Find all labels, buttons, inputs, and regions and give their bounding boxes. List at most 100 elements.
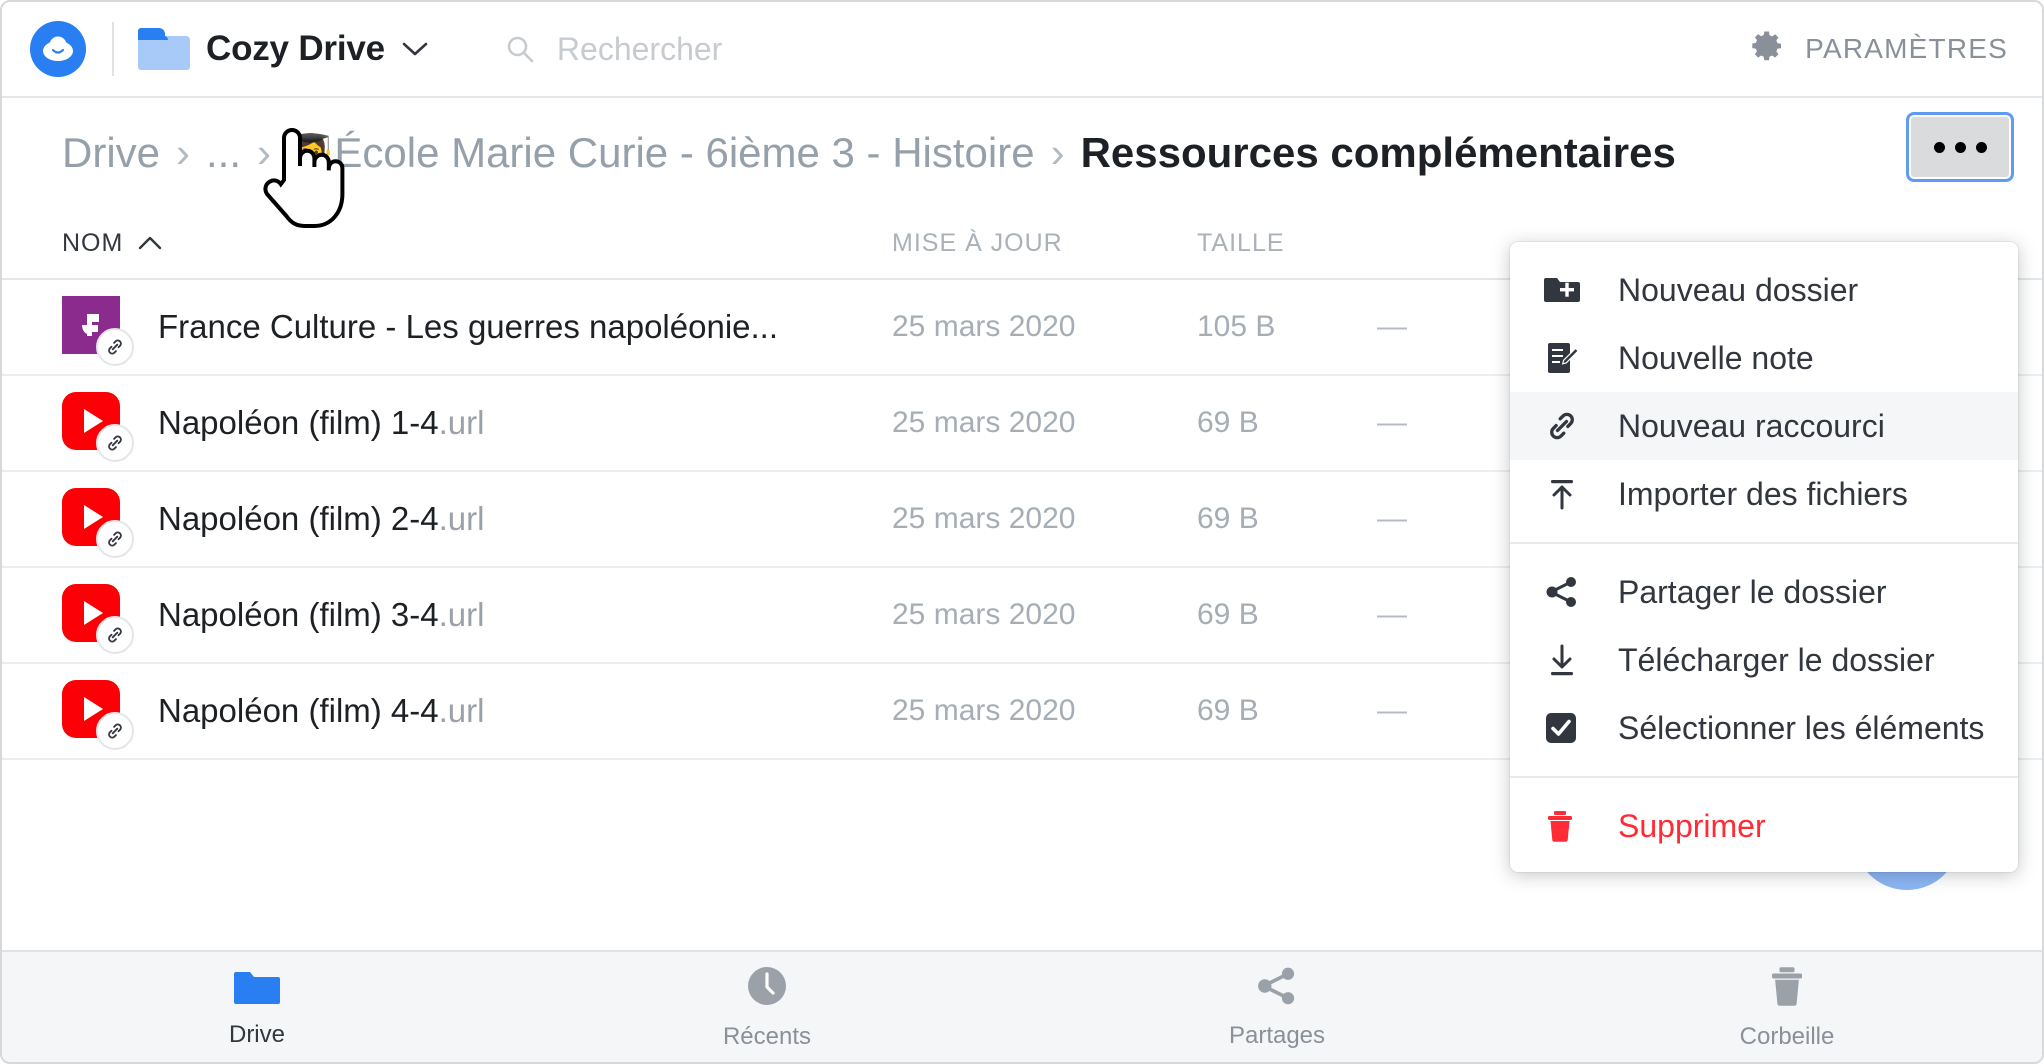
france-culture-icon	[62, 296, 134, 366]
download-icon	[1544, 643, 1590, 677]
nav-item-partages[interactable]: Partages	[1022, 952, 1532, 1062]
column-header-date[interactable]: MISE À JOUR	[892, 229, 1197, 258]
gear-icon	[1751, 29, 1785, 70]
cozy-drive-app: Cozy Drive PARAMÈTRES Drive › ...	[0, 0, 2044, 1064]
breadcrumb-separator: ›	[176, 129, 191, 176]
file-name-cell: Napoléon (film) 1-4.url	[62, 392, 892, 462]
app-title[interactable]: Cozy Drive	[206, 29, 385, 69]
breadcrumb-separator: ›	[257, 129, 272, 176]
breadcrumb-item-classe[interactable]: École Marie Curie - 6ième 3 - Histoire	[334, 129, 1034, 177]
folder-icon	[234, 966, 280, 1011]
file-extension: .url	[438, 692, 485, 729]
breadcrumb-item-current: Ressources complémentaires	[1080, 129, 1676, 176]
nav-label: Drive	[228, 1020, 285, 1048]
menu-item-partager-le-dossier[interactable]: Partager le dossier	[1510, 558, 2018, 626]
menu-item-label: Sélectionner les éléments	[1618, 709, 1985, 746]
breadcrumb-item-ellipsis[interactable]: ...	[206, 129, 241, 177]
folder-icon	[138, 28, 190, 70]
menu-divider	[1510, 542, 2018, 544]
trash-icon	[1544, 809, 1590, 843]
cloud-icon	[43, 36, 73, 61]
top-bar: Cozy Drive PARAMÈTRES	[2, 2, 2042, 98]
header-divider	[112, 22, 114, 76]
file-name: Napoléon (film) 3-4.url	[158, 596, 485, 633]
nav-label: Partages	[1228, 1021, 1326, 1049]
menu-item-importer-des-fichiers[interactable]: Importer des fichiers	[1510, 460, 2018, 528]
chevron-up-icon	[137, 229, 163, 258]
ellipsis-icon	[1933, 141, 1945, 153]
breadcrumb-item-drive[interactable]: Drive	[62, 129, 160, 177]
file-date: 25 mars 2020	[892, 406, 1076, 439]
menu-item-supprimer[interactable]: Supprimer	[1510, 792, 2018, 860]
menu-item-label: Télécharger le dossier	[1618, 641, 1935, 678]
checkbox-icon	[1544, 711, 1590, 745]
file-name: France Culture - Les guerres napoléonie.…	[158, 308, 779, 345]
file-date: 25 mars 2020	[892, 694, 1076, 727]
menu-item-selectionner-les-elements[interactable]: Sélectionner les éléments	[1510, 694, 2018, 762]
nav-item-drive[interactable]: Drive	[2, 952, 512, 1062]
link-icon	[96, 616, 134, 654]
menu-item-telecharger-le-dossier[interactable]: Télécharger le dossier	[1510, 626, 2018, 694]
file-date: 25 mars 2020	[892, 310, 1076, 343]
file-extension: .url	[438, 500, 485, 537]
more-actions-button[interactable]	[1906, 112, 2014, 182]
menu-item-label: Nouvelle note	[1618, 339, 1814, 376]
youtube-icon	[62, 584, 134, 654]
column-label-name: NOM	[62, 228, 124, 257]
breadcrumb: Drive › ... › 👩‍🎓 École Marie Curie - 6i…	[62, 129, 1676, 177]
search-input[interactable]	[556, 30, 1157, 68]
trash-icon	[1767, 964, 1807, 1013]
menu-item-label: Partager le dossier	[1618, 573, 1887, 610]
note-edit-icon	[1544, 340, 1590, 376]
file-date: 25 mars 2020	[892, 598, 1076, 631]
menu-item-nouvelle-note[interactable]: Nouvelle note	[1510, 324, 2018, 392]
file-name-cell: Napoléon (film) 3-4.url	[62, 584, 892, 654]
file-extension: .url	[438, 404, 485, 441]
column-header-size[interactable]: TAILLE	[1197, 229, 1377, 258]
clock-icon	[745, 964, 789, 1013]
file-size: 69 B	[1197, 694, 1259, 727]
search-bar[interactable]	[505, 30, 1751, 68]
file-date: 25 mars 2020	[892, 502, 1076, 535]
search-icon	[505, 34, 535, 64]
share-icon	[1255, 965, 1299, 1012]
ellipsis-icon	[1954, 141, 1966, 153]
folder-plus-icon	[1544, 274, 1590, 306]
link-icon	[96, 424, 134, 462]
file-name-cell: Napoléon (film) 4-4.url	[62, 680, 892, 750]
menu-item-label: Supprimer	[1618, 807, 1766, 844]
cozy-cloud-logo[interactable]	[30, 21, 86, 77]
breadcrumb-row: Drive › ... › 👩‍🎓 École Marie Curie - 6i…	[2, 98, 2042, 208]
column-header-name[interactable]: NOM	[62, 229, 892, 258]
menu-item-label: Nouveau dossier	[1618, 271, 1859, 308]
nav-item-recents[interactable]: Récents	[512, 952, 1022, 1062]
file-name: Napoléon (film) 1-4.url	[158, 404, 485, 441]
link-icon	[96, 520, 134, 558]
chevron-down-icon[interactable]	[401, 40, 429, 58]
context-menu: Nouveau dossier Nouvelle note Nouveau ra…	[1510, 242, 2018, 872]
file-size: 69 B	[1197, 598, 1259, 631]
youtube-icon	[62, 488, 134, 558]
file-name-cell: Napoléon (film) 2-4.url	[62, 488, 892, 558]
link-icon	[96, 328, 134, 366]
breadcrumb-separator: ›	[1050, 129, 1065, 176]
file-name: Napoléon (film) 4-4.url	[158, 692, 485, 729]
youtube-icon	[62, 680, 134, 750]
nav-item-corbeille[interactable]: Corbeille	[1532, 952, 2042, 1062]
link-icon	[1544, 408, 1590, 444]
bottom-navigation: Drive Récents Partages Corbeille	[2, 950, 2042, 1062]
menu-item-nouveau-raccourci[interactable]: Nouveau raccourci	[1510, 392, 2018, 460]
link-icon	[96, 712, 134, 750]
graduate-emoji-icon: 👩‍🎓	[287, 134, 335, 176]
settings-label: PARAMÈTRES	[1805, 33, 2008, 64]
file-size: 69 B	[1197, 406, 1259, 439]
share-icon	[1544, 575, 1590, 609]
nav-label: Corbeille	[1739, 1022, 1835, 1050]
file-name-cell: France Culture - Les guerres napoléonie.…	[62, 296, 892, 366]
file-name: Napoléon (film) 2-4.url	[158, 500, 485, 537]
menu-item-nouveau-dossier[interactable]: Nouveau dossier	[1510, 256, 2018, 324]
settings-button[interactable]: PARAMÈTRES	[1751, 29, 2008, 70]
upload-icon	[1544, 477, 1590, 511]
youtube-icon	[62, 392, 134, 462]
menu-item-label: Importer des fichiers	[1618, 475, 1908, 512]
